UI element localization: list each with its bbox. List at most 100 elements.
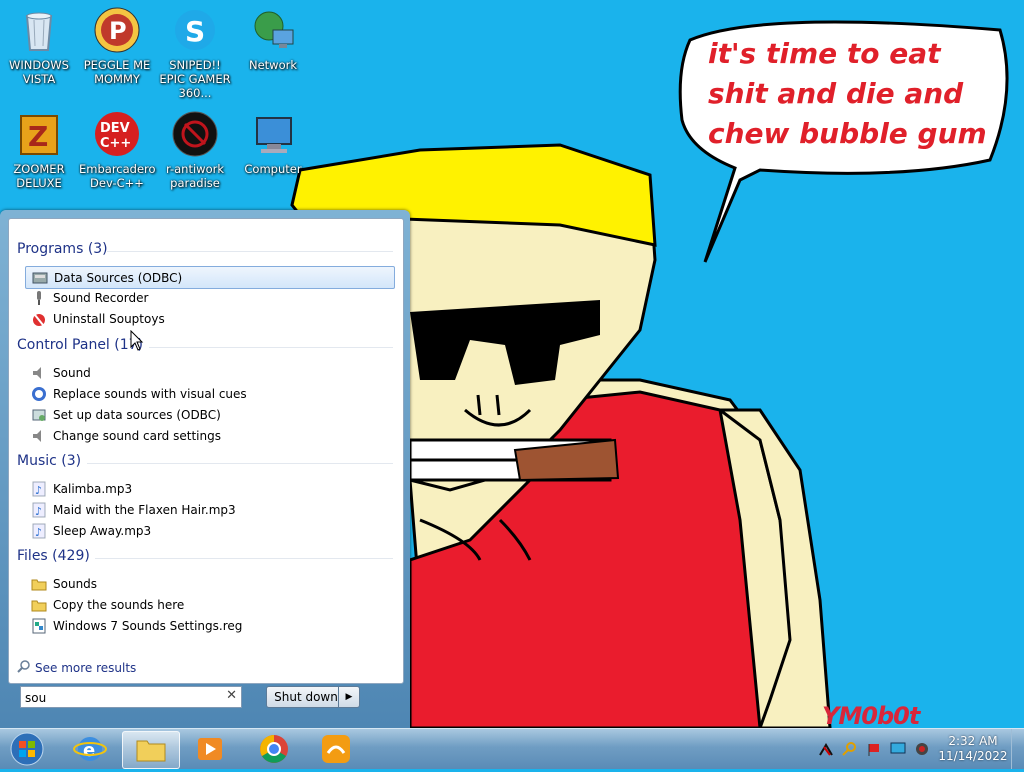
result-sounds-settings-reg[interactable]: Windows 7 Sounds Settings.reg [25, 615, 395, 636]
recycle-bin-icon [15, 6, 63, 54]
computer-icon [249, 110, 297, 158]
result-data-sources-odbc[interactable]: Data Sources (ODBC) [25, 266, 395, 289]
music-file-icon: ♪ [31, 481, 47, 497]
desktop-icon-peggle[interactable]: P PEGGLE ME MOMMY [79, 0, 155, 86]
result-label: Maid with the Flaxen Hair.mp3 [53, 502, 236, 517]
antiwork-icon [171, 110, 219, 158]
desktop-icon-label: r-antiwork paradise [165, 162, 224, 190]
taskbar-chrome[interactable] [246, 731, 302, 767]
svg-text:♪: ♪ [35, 505, 42, 518]
desktop-icon-label: PEGGLE ME MOMMY [83, 58, 151, 86]
flag-tray-icon[interactable] [866, 741, 882, 757]
desktop-icon-devcpp[interactable]: DEV C++ Embarcadero Dev-C++ [79, 104, 156, 190]
speaker-icon [31, 428, 47, 444]
result-label: Uninstall Souptoys [53, 311, 165, 326]
result-replace-sounds[interactable]: Replace sounds with visual cues [25, 383, 395, 404]
desktop-icon-label: ZOOMER DELUXE [13, 162, 65, 190]
result-label: Sound Recorder [53, 290, 149, 305]
group-header-control-panel[interactable]: Control Panel (17) [17, 337, 143, 353]
zoomer-icon: Z [15, 110, 63, 158]
desktop-icon-computer[interactable]: Computer [235, 104, 311, 176]
search-icon [17, 659, 31, 676]
uninstall-icon [31, 311, 47, 327]
internet-explorer-icon: e [73, 737, 107, 761]
result-maid-flaxen-hair[interactable]: ♪ Maid with the Flaxen Hair.mp3 [25, 499, 395, 520]
see-more-results-link[interactable]: See more results [17, 659, 136, 676]
clear-search-icon[interactable]: ✕ [226, 688, 237, 703]
clock-time: 2:32 AM [948, 734, 998, 748]
search-input[interactable] [21, 689, 219, 707]
result-sound-recorder[interactable]: Sound Recorder [25, 287, 395, 308]
result-sounds-folder[interactable]: Sounds [25, 573, 395, 594]
desktop-icon-skype[interactable]: S SNIPED!! EPIC GAMER 360... [157, 0, 233, 100]
svg-text:♪: ♪ [35, 526, 42, 539]
divider [107, 251, 393, 252]
chrome-icon [260, 735, 288, 763]
start-menu: Programs (3) Data Sources (ODBC) Sound R… [0, 210, 410, 728]
result-setup-data-sources[interactable]: Set up data sources (ODBC) [25, 404, 395, 425]
see-more-label: See more results [35, 660, 137, 675]
taskbar-media-player[interactable] [182, 731, 238, 767]
taskbar: e 2:32 AM 11/14/2022 [0, 728, 1024, 769]
divider [95, 558, 393, 559]
start-button[interactable] [2, 731, 52, 767]
speaker-icon [31, 365, 47, 381]
result-label: Copy the sounds here [53, 597, 185, 612]
shutdown-button[interactable]: Shut down [266, 686, 346, 708]
desktop-icon-recycle-bin[interactable]: WINDOWS VISTA [1, 0, 77, 86]
devcpp-icon: DEV C++ [93, 110, 141, 158]
svg-text:♪: ♪ [35, 484, 42, 497]
taskbar-internet-explorer[interactable]: e [62, 731, 118, 767]
registry-file-icon [31, 618, 47, 634]
show-desktop-button[interactable] [1011, 729, 1024, 769]
result-label: Sounds [53, 576, 98, 591]
volume-tray-icon[interactable] [914, 741, 930, 757]
result-label: Kalimba.mp3 [53, 481, 133, 496]
result-label: Sleep Away.mp3 [53, 523, 152, 538]
group-header-programs[interactable]: Programs (3) [17, 241, 108, 257]
odbc-settings-icon [31, 407, 47, 423]
desktop-icon-network[interactable]: Network [235, 0, 311, 72]
desktop-icon-zoomer[interactable]: Z ZOOMER DELUXE [1, 104, 77, 190]
folder-icon [136, 740, 166, 762]
result-label: Sound [53, 365, 91, 380]
svg-text:S: S [185, 15, 205, 48]
group-header-music[interactable]: Music (3) [17, 453, 81, 469]
microphone-icon [31, 290, 47, 306]
taskbar-file-explorer[interactable] [122, 731, 180, 769]
network-globe-icon [249, 6, 297, 54]
divider [149, 347, 393, 348]
result-uninstall-souptoys[interactable]: Uninstall Souptoys [25, 308, 395, 329]
folder-icon [31, 597, 47, 613]
group-header-files[interactable]: Files (429) [17, 548, 90, 564]
action-center-flag-icon[interactable] [818, 741, 834, 757]
divider [87, 463, 393, 464]
result-label: Data Sources (ODBC) [54, 270, 183, 285]
desktop-icon-antiwork[interactable]: r-antiwork paradise [157, 104, 233, 190]
system-clock[interactable]: 2:32 AM 11/14/2022 [936, 734, 1010, 764]
result-sound[interactable]: Sound [25, 362, 395, 383]
music-file-icon: ♪ [31, 523, 47, 539]
folder-icon [31, 576, 47, 592]
shutdown-options-arrow-icon[interactable]: ▶ [338, 686, 360, 708]
start-search-box[interactable]: ✕ [20, 686, 242, 708]
desktop-icon-label: SNIPED!! EPIC GAMER 360... [159, 58, 231, 100]
desktop-icon-label: Network [248, 58, 298, 72]
result-sleep-away[interactable]: ♪ Sleep Away.mp3 [25, 520, 395, 541]
svg-text:DEV: DEV [100, 121, 130, 136]
clock-date: 11/14/2022 [938, 749, 1008, 763]
result-copy-sounds-folder[interactable]: Copy the sounds here [25, 594, 395, 615]
search-tray-icon[interactable] [842, 741, 858, 757]
monitor-tray-icon[interactable] [890, 741, 906, 757]
result-label: Replace sounds with visual cues [53, 386, 247, 401]
odbc-icon [32, 270, 48, 286]
desktop-icon-label: WINDOWS VISTA [9, 58, 69, 86]
result-kalimba[interactable]: ♪ Kalimba.mp3 [25, 478, 395, 499]
speech-bubble-text: it's time to eat shit and die and chew b… [708, 37, 987, 150]
result-label: Windows 7 Sounds Settings.reg [53, 618, 243, 633]
uc-browser-icon [322, 735, 350, 763]
taskbar-uc-browser[interactable] [308, 731, 364, 767]
result-change-sound-card[interactable]: Change sound card settings [25, 425, 395, 446]
result-label: Set up data sources (ODBC) [53, 407, 221, 422]
skype-icon: S [171, 6, 219, 54]
